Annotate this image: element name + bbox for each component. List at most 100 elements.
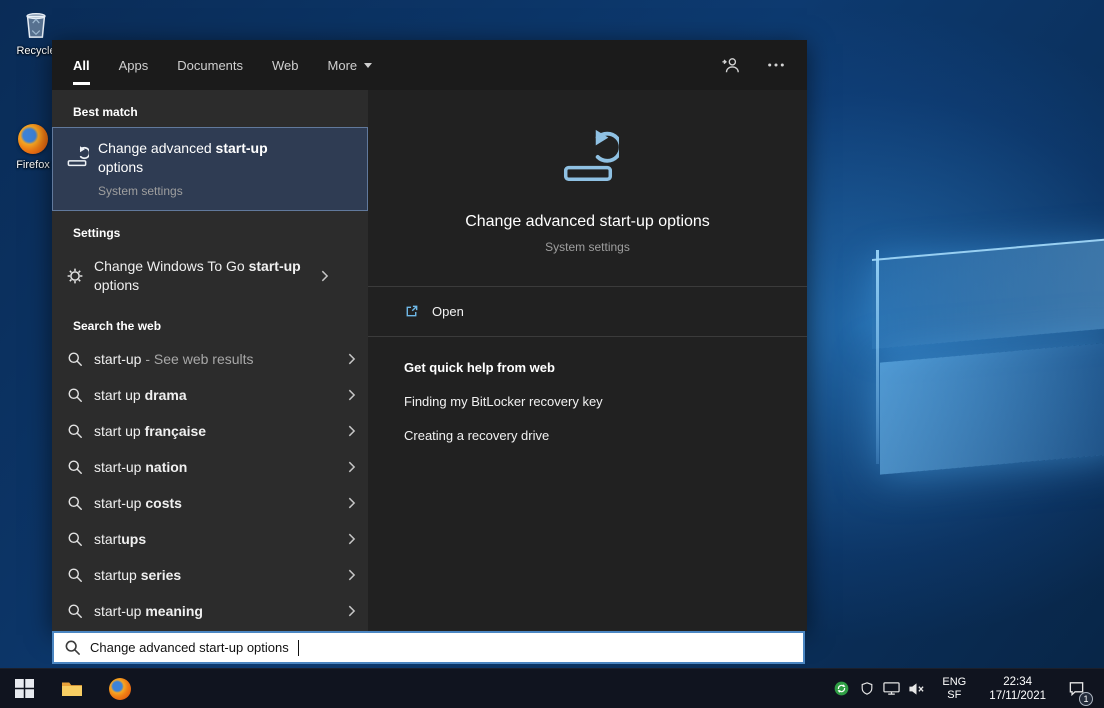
chevron-right-icon [347,532,356,546]
taskbar-search-box[interactable]: Change advanced start-up options [52,631,805,664]
settings-text-bold: start-up [249,258,301,274]
search-icon [66,423,84,439]
file-explorer-button[interactable] [48,669,96,708]
chevron-right-icon [347,604,356,618]
start-button[interactable] [0,669,48,708]
web-suggestion[interactable]: startups [52,521,368,557]
shield-icon [860,681,874,696]
tab-apps[interactable]: Apps [119,40,149,90]
taskbar: ENG SF 22:34 17/11/2021 1 [0,668,1104,708]
sync-icon [834,681,849,696]
tab-web[interactable]: Web [272,40,299,90]
suggestion-pre: startup [94,567,141,583]
firefox-taskbar-button[interactable] [96,669,144,708]
tray-volume-button[interactable] [904,669,929,708]
recycle-bin-icon [21,8,51,40]
tab-all-label: All [73,58,90,73]
tab-all[interactable]: All [73,40,90,90]
web-suggestion[interactable]: start up drama [52,377,368,413]
tab-apps-label: Apps [119,58,149,73]
firefox-icon [109,678,131,700]
search-icon [66,495,84,511]
best-match-title-bold: start-up [216,140,268,156]
suggestion-bold: ups [121,531,146,547]
suggestion-bold: series [141,567,181,583]
help-link-recovery-drive[interactable]: Creating a recovery drive [404,428,771,443]
chevron-right-icon [347,352,356,366]
language-indicator[interactable]: ENG SF [934,676,974,702]
suggestion-pre: start up [94,423,145,439]
web-suggestion-text: startup series [94,567,347,583]
tab-more[interactable]: More [328,40,373,90]
recycle-bin-label: Recycle [16,45,55,57]
tray-sync-button[interactable] [829,669,854,708]
preview-hero: Change advanced start-up options System … [368,90,807,254]
suggestion-suffix: - See web results [141,351,253,367]
chevron-right-icon [347,460,356,474]
settings-result[interactable]: Change Windows To Go start-up options [52,248,368,304]
text-caret [298,640,299,656]
search-icon [66,531,84,547]
chevron-right-icon [347,568,356,582]
web-suggestion[interactable]: start up française [52,413,368,449]
taskbar-clock[interactable]: 22:34 17/11/2021 [989,675,1046,703]
suggestion-bold: nation [145,459,187,475]
web-help-section: Get quick help from web Finding my BitLo… [368,337,807,466]
settings-text-pre: Change Windows To Go [94,258,249,274]
search-icon [66,459,84,475]
web-suggestion[interactable]: start-up meaning [52,593,368,629]
tab-documents[interactable]: Documents [177,40,243,90]
firefox-label: Firefox [16,159,50,171]
wallpaper-window-pane [880,341,1104,474]
suggestion-pre: start-up [94,603,145,619]
chevron-down-icon [364,63,372,68]
suggestion-bold: drama [145,387,187,403]
search-icon [66,603,84,619]
help-link-bitlocker[interactable]: Finding my BitLocker recovery key [404,394,771,409]
search-web-header: Search the web [73,319,368,333]
web-suggestion-text: start-up nation [94,459,347,475]
wallpaper-window-pane [872,237,1104,349]
preview-pane: Change advanced start-up options System … [368,90,807,631]
tray-security-button[interactable] [854,669,879,708]
actions-section: Open [368,286,807,337]
web-suggestion[interactable]: startup series [52,557,368,593]
keyboard-layout: SF [934,689,974,702]
chevron-right-icon [347,388,356,402]
best-match-header: Best match [73,105,368,119]
suggestion-pre: start-up [94,495,145,511]
notification-badge: 1 [1079,692,1093,706]
language-code: ENG [934,676,974,689]
web-suggestion[interactable]: start-up costs [52,485,368,521]
preview-title: Change advanced start-up options [465,213,710,231]
best-match-title: Change advanced start-up options [98,139,304,177]
search-input[interactable]: Change advanced start-up options [90,640,289,655]
suggestion-pre: start-up [94,351,141,367]
web-suggestion[interactable]: start-up - See web results [52,341,368,377]
web-suggestion[interactable]: start-up nation [52,449,368,485]
best-match-result[interactable]: Change advanced start-up options System … [52,127,368,211]
best-match-title-post: options [98,159,143,175]
tab-web-label: Web [272,58,299,73]
more-options-button[interactable] [767,62,785,68]
action-center-button[interactable]: 1 [1056,669,1096,708]
search-icon [66,351,84,367]
open-action[interactable]: Open [404,304,771,319]
suggestion-bold: meaning [145,603,203,619]
best-match-title-pre: Change advanced [98,140,216,156]
search-icon [64,639,81,656]
preview-subtitle: System settings [545,240,630,254]
chevron-right-icon [347,496,356,510]
startup-options-icon [557,124,619,186]
web-suggestion-text: start-up meaning [94,603,347,619]
folder-icon [61,680,83,698]
signin-button[interactable] [721,56,741,74]
startup-options-icon [65,144,89,168]
tab-more-label: More [328,58,358,73]
web-suggestion-text: start up française [94,423,347,439]
tray-network-button[interactable] [879,669,904,708]
web-suggestion-text: start-up - See web results [94,351,347,367]
suggestion-bold: française [145,423,206,439]
settings-result-text: Change Windows To Go start-up options [94,257,320,295]
clock-date: 17/11/2021 [989,689,1046,703]
